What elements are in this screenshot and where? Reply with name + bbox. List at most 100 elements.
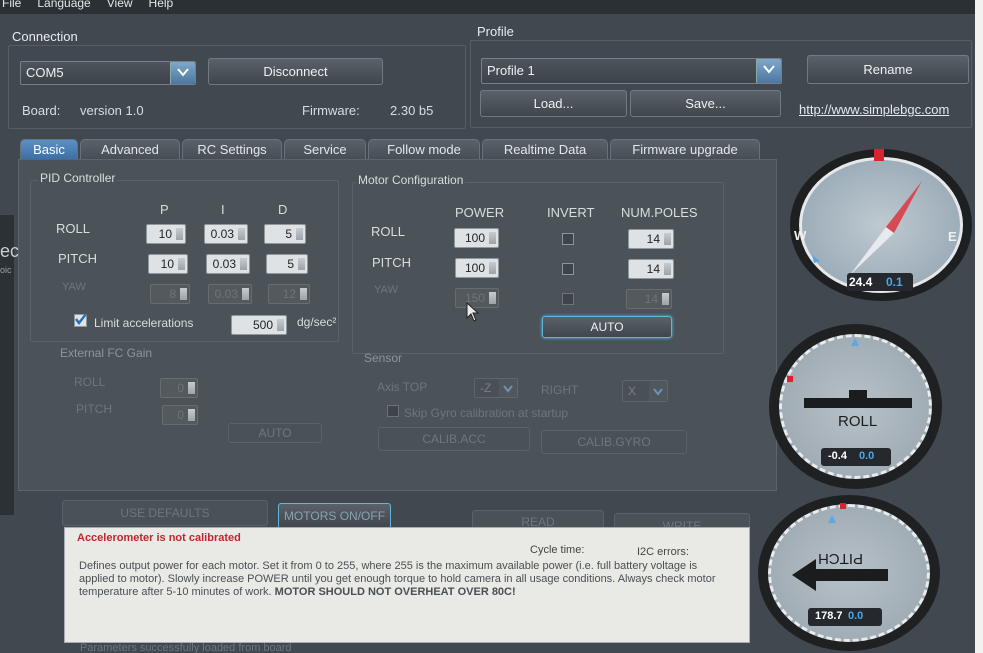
pid-roll-p[interactable]: 10: [146, 224, 186, 244]
motor-header-poles: NUM.POLES: [621, 205, 698, 220]
motor-pitch-poles[interactable]: 14: [628, 259, 674, 279]
profile-select[interactable]: Profile 1: [481, 58, 782, 84]
save-button[interactable]: Save...: [630, 90, 781, 117]
skip-gyro-label: Skip Gyro calibration at startup: [404, 406, 569, 420]
firmware-value: 2.30 b5: [390, 103, 434, 118]
motor-roll-poles[interactable]: 14: [628, 229, 674, 249]
external-fc-title: External FC Gain: [60, 346, 153, 360]
board-value: version 1.0: [80, 103, 144, 118]
left-edge-strip: ec oic: [0, 215, 19, 515]
pid-roll-label: ROLL: [56, 221, 90, 236]
pitch-value: 178.7: [815, 610, 843, 622]
motors-onoff-button[interactable]: MOTORS ON/OFF: [278, 503, 391, 529]
use-defaults-button[interactable]: USE DEFAULTS: [62, 500, 268, 526]
pid-pitch-d[interactable]: 5: [266, 254, 308, 274]
status-info-box: Accelerometer is not calibrated Cycle ti…: [64, 527, 750, 643]
motor-pitch-invert-checkbox[interactable]: [562, 263, 574, 275]
tab-follow-mode[interactable]: Follow mode: [368, 139, 480, 159]
right-label: RIGHT: [541, 383, 579, 397]
menu-file[interactable]: File: [2, 0, 21, 11]
motor-pitch-power[interactable]: 100: [455, 258, 499, 278]
load-button[interactable]: Load...: [480, 90, 627, 117]
pitch-label: PITCH: [818, 550, 863, 567]
firmware-label: Firmware:: [302, 103, 360, 118]
compass-readout: 24.4 0.1: [847, 273, 913, 291]
menu-help[interactable]: Help: [149, 0, 174, 11]
pid-pitch-label: PITCH: [58, 251, 97, 266]
motor-yaw-invert-checkbox[interactable]: [562, 293, 574, 305]
compass-offset: 0.1: [886, 275, 903, 289]
tab-realtime-data[interactable]: Realtime Data: [482, 139, 608, 159]
motor-pitch-label: PITCH: [372, 255, 411, 270]
help-text: Defines output power for each motor. Set…: [79, 560, 719, 599]
calib-acc-button[interactable]: CALIB.ACC: [378, 427, 530, 451]
external-fc-pitch-label: PITCH: [76, 402, 112, 416]
pid-title: PID Controller: [38, 171, 118, 185]
roll-value: -0.4: [828, 450, 847, 462]
limit-accel-unit: dg/sec²: [297, 315, 337, 329]
axis-top-label: Axis TOP: [377, 380, 428, 394]
compass-value: 24.4: [849, 275, 873, 289]
menu-view[interactable]: View: [107, 0, 133, 11]
compass-gauge: W E 24.4 0.1: [790, 149, 972, 301]
disconnect-button[interactable]: Disconnect: [208, 58, 383, 85]
motor-yaw-label: YAW: [374, 284, 398, 296]
axis-top-value: -Z: [480, 381, 492, 395]
limit-accel-checkbox[interactable]: [74, 313, 87, 327]
calib-gyro-button[interactable]: CALIB.GYRO: [541, 430, 687, 454]
roll-offset: 0.0: [859, 450, 875, 462]
motor-yaw-poles[interactable]: 14: [626, 289, 672, 309]
compass-west: W: [794, 228, 807, 243]
roll-readout: -0.4 0.0: [821, 448, 891, 466]
pitch-readout: 178.7 0.0: [808, 608, 882, 626]
board-label: Board:: [22, 103, 61, 118]
port-select[interactable]: COM5: [20, 61, 196, 85]
motor-roll-power[interactable]: 100: [454, 228, 499, 248]
rename-button[interactable]: Rename: [807, 55, 969, 84]
app-window: File Language View Help ec oic Connectio…: [0, 0, 975, 653]
tab-basic[interactable]: Basic: [20, 139, 78, 159]
chevron-down-icon: [499, 379, 517, 397]
motor-roll-invert-checkbox[interactable]: [562, 233, 574, 245]
right-select[interactable]: X: [622, 380, 668, 402]
motor-auto-button[interactable]: AUTO: [542, 316, 672, 338]
connection-title: Connection: [12, 29, 78, 44]
compass-east: E: [948, 229, 957, 244]
pid-yaw-p[interactable]: 8: [150, 284, 190, 304]
skip-gyro-checkbox[interactable]: [387, 405, 399, 417]
tab-service[interactable]: Service: [284, 139, 366, 159]
right-value: X: [628, 384, 637, 398]
external-fc-auto-button[interactable]: AUTO: [228, 423, 322, 443]
website-link[interactable]: http://www.simplebgc.com: [799, 102, 949, 117]
chevron-down-icon: [170, 62, 195, 84]
pid-roll-d[interactable]: 5: [264, 224, 306, 244]
limit-accel-value[interactable]: 500: [231, 315, 287, 335]
calibration-warning: Accelerometer is not calibrated: [77, 532, 241, 544]
tab-advanced[interactable]: Advanced: [80, 139, 180, 159]
pid-yaw-d[interactable]: 12: [268, 284, 310, 304]
limit-accel-label: Limit accelerations: [94, 316, 194, 330]
external-fc-pitch-value[interactable]: 0: [162, 405, 198, 425]
menu-language[interactable]: Language: [37, 0, 90, 11]
left-edge-text-1: ec: [0, 241, 20, 261]
pid-pitch-i[interactable]: 0.03: [206, 254, 250, 274]
axis-top-select[interactable]: -Z: [474, 378, 518, 398]
pid-pitch-p[interactable]: 10: [148, 254, 188, 274]
pitch-gauge: PITCH 178.7 0.0: [758, 495, 940, 651]
external-fc-roll-label: ROLL: [74, 375, 106, 389]
profile-title: Profile: [477, 24, 514, 39]
motor-title: Motor Configuration: [356, 173, 466, 187]
external-fc-roll-value[interactable]: 0: [160, 378, 198, 398]
pid-yaw-i[interactable]: 0.03: [208, 284, 252, 304]
tab-rc-settings[interactable]: RC Settings: [182, 139, 282, 159]
mouse-cursor-icon: [466, 302, 480, 322]
footer-status: Parameters successfully loaded from boar…: [80, 642, 292, 653]
tab-firmware-upgrade[interactable]: Firmware upgrade: [610, 139, 760, 159]
motor-header-invert: INVERT: [547, 205, 595, 220]
pid-header-p: P: [160, 202, 169, 217]
port-value: COM5: [26, 65, 64, 80]
help-text-warning: MOTOR SHOULD NOT OVERHEAT OVER 80C!: [274, 586, 516, 598]
pid-header-d: D: [278, 202, 288, 217]
chevron-down-icon: [649, 381, 667, 401]
pid-roll-i[interactable]: 0.03: [204, 224, 248, 244]
